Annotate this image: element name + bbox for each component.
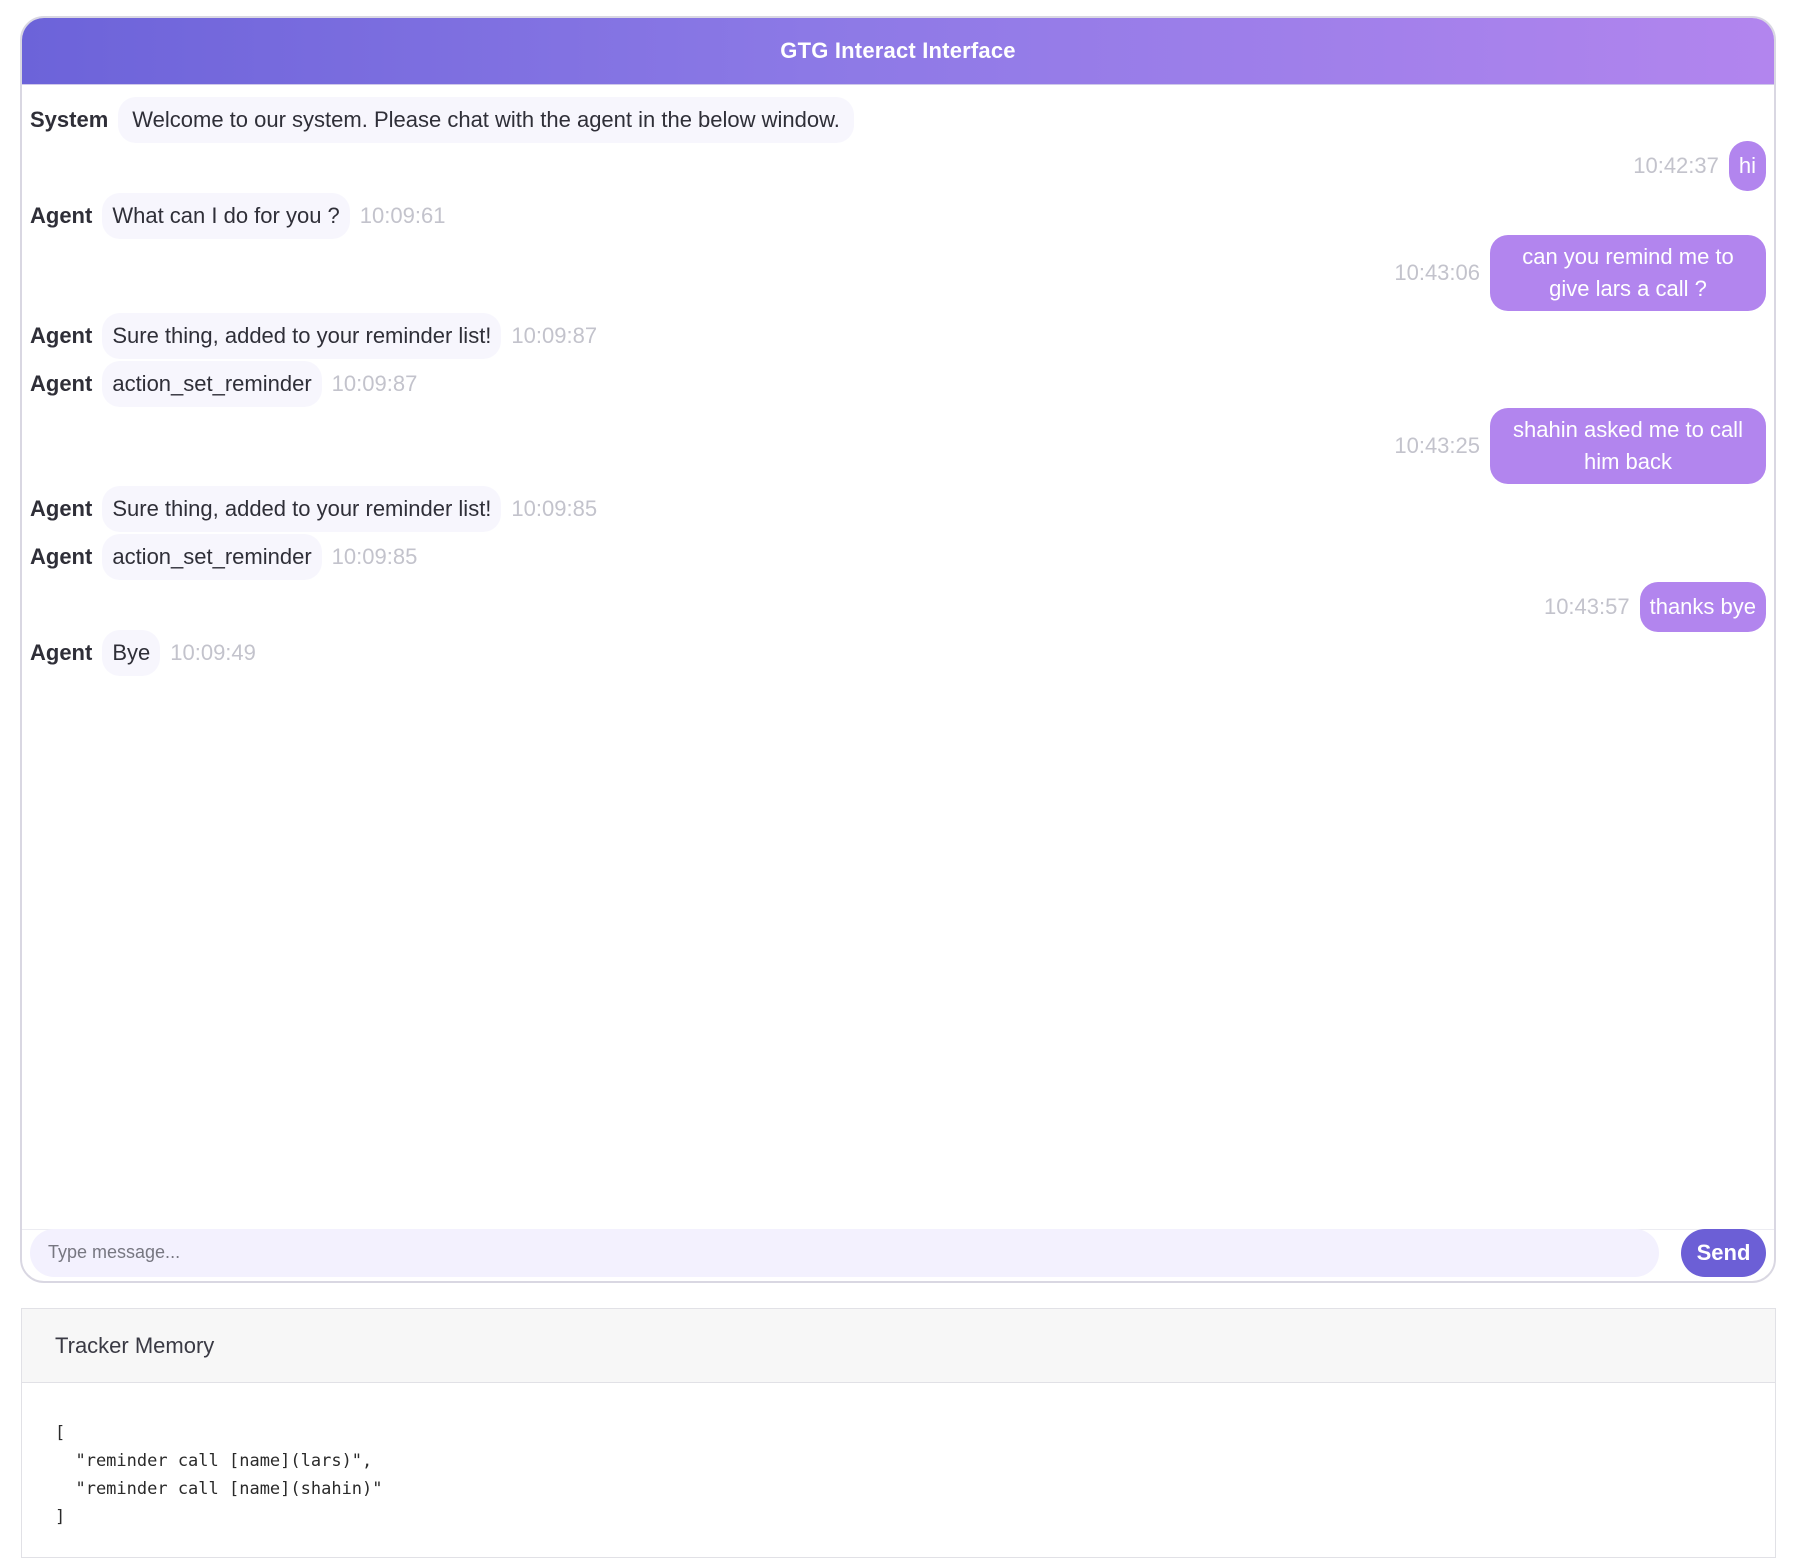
message-timestamp: 10:09:61 <box>359 203 446 228</box>
agent-message-bubble: Sure thing, added to your reminder list! <box>102 486 502 532</box>
message-row-user: 10:42:37 hi <box>30 141 1766 191</box>
message-sender: Agent <box>30 371 93 396</box>
message-timestamp: 10:09:85 <box>331 544 418 569</box>
message-list[interactable]: System Welcome to our system. Please cha… <box>22 85 1774 1230</box>
tracker-memory-title: Tracker Memory <box>55 1332 215 1358</box>
message-row-agent: Agent Sure thing, added to your reminder… <box>30 486 1766 532</box>
user-message-bubble: shahin asked me to call him back <box>1490 408 1766 484</box>
app-title: GTG Interact Interface <box>780 38 1016 63</box>
message-row-agent: Agent action_set_reminder 10:09:87 <box>30 361 1766 407</box>
user-message-bubble: thanks bye <box>1639 582 1766 632</box>
message-sender: Agent <box>30 544 93 569</box>
agent-message-bubble: Bye <box>102 630 161 676</box>
agent-message-bubble: What can I do for you ? <box>102 193 350 239</box>
agent-action-bubble: action_set_reminder <box>102 361 322 407</box>
user-message-bubble: hi <box>1728 141 1766 191</box>
message-timestamp: 10:43:57 <box>1543 594 1630 619</box>
message-sender: Agent <box>30 203 93 228</box>
message-row-system: System Welcome to our system. Please cha… <box>30 97 1766 143</box>
message-row-agent: Agent action_set_reminder 10:09:85 <box>30 534 1766 580</box>
message-timestamp: 10:43:25 <box>1394 433 1480 458</box>
message-timestamp: 10:09:85 <box>511 496 598 521</box>
message-sender: Agent <box>30 496 93 521</box>
agent-action-bubble: action_set_reminder <box>102 534 322 580</box>
message-row-user: 10:43:57 thanks bye <box>30 582 1766 632</box>
message-timestamp: 10:09:87 <box>511 323 598 348</box>
message-row-agent: Agent Bye 10:09:49 <box>30 630 1766 676</box>
message-sender: Agent <box>30 640 93 665</box>
system-message-bubble: Welcome to our system. Please chat with … <box>118 97 854 143</box>
message-sender: System <box>30 107 109 132</box>
message-sender: Agent <box>30 323 93 348</box>
message-timestamp: 10:09:87 <box>331 371 418 396</box>
tracker-memory-header: Tracker Memory <box>22 1309 1775 1383</box>
agent-message-bubble: Sure thing, added to your reminder list! <box>102 313 502 359</box>
message-row-agent: Agent What can I do for you ? 10:09:61 <box>30 193 1766 239</box>
chat-header: GTG Interact Interface <box>22 18 1774 85</box>
message-row-user: 10:43:06 can you remind me to give lars … <box>30 235 1766 311</box>
chat-window: GTG Interact Interface System Welcome to… <box>20 16 1776 1283</box>
tracker-memory-body: [ "reminder call [name](lars)", "reminde… <box>22 1383 1775 1567</box>
tracker-memory-json: [ "reminder call [name](lars)", "reminde… <box>55 1423 383 1527</box>
user-message-bubble: can you remind me to give lars a call ? <box>1490 235 1766 311</box>
tracker-memory-panel: Tracker Memory [ "reminder call [name](l… <box>21 1308 1776 1558</box>
message-composer: Send <box>22 1224 1774 1281</box>
send-button[interactable]: Send <box>1681 1228 1766 1277</box>
message-input[interactable] <box>30 1228 1659 1277</box>
message-timestamp: 10:42:37 <box>1633 153 1719 178</box>
message-row-user: 10:43:25 shahin asked me to call him bac… <box>30 408 1766 484</box>
message-row-agent: Agent Sure thing, added to your reminder… <box>30 313 1766 359</box>
message-timestamp: 10:09:49 <box>170 640 256 665</box>
message-timestamp: 10:43:06 <box>1394 260 1480 285</box>
